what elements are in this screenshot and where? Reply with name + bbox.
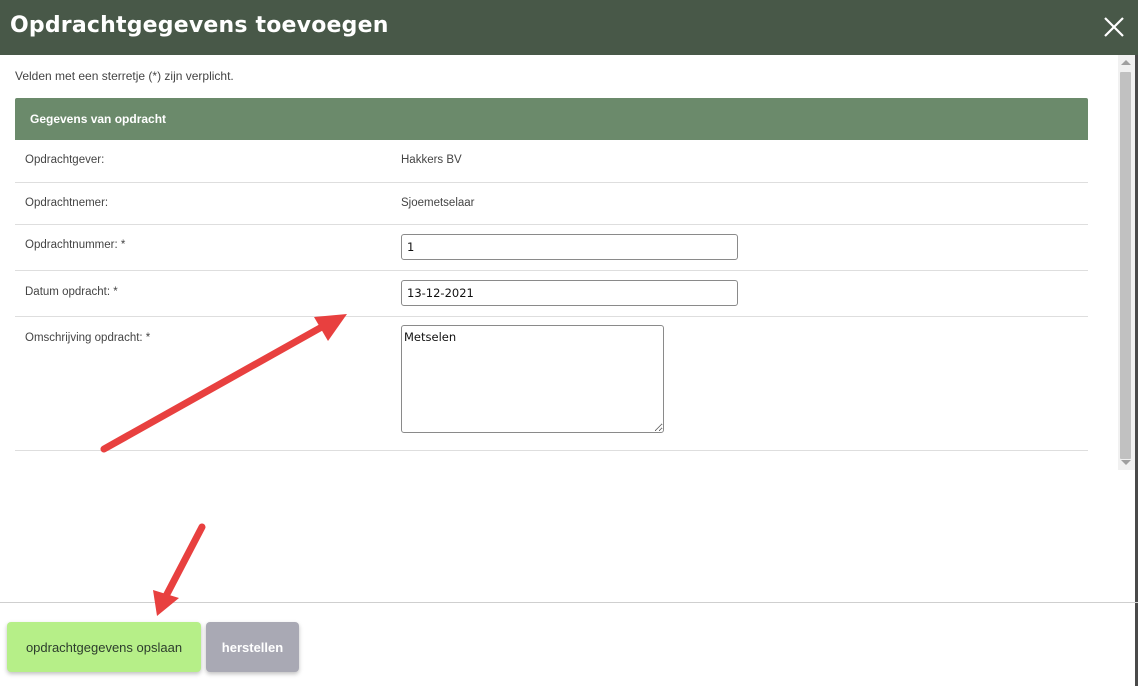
row-client: Opdrachtgever: Hakkers BV <box>15 140 1088 183</box>
scroll-thumb[interactable] <box>1120 72 1131 459</box>
assignment-date-input[interactable] <box>401 280 738 306</box>
save-assignment-button[interactable]: opdrachtgegevens opslaan <box>7 622 201 672</box>
assignment-number-label: Opdrachtnummer: * <box>25 239 126 251</box>
scroll-down-arrow-icon[interactable] <box>1121 460 1131 465</box>
row-assignment-date: Datum opdracht: * <box>15 271 1088 317</box>
assignment-description-label: Omschrijving opdracht: * <box>25 332 151 344</box>
row-assignment-description: Omschrijving opdracht: * Metselen <box>15 317 1088 451</box>
assignment-description-textarea[interactable]: Metselen <box>401 325 664 433</box>
close-icon[interactable] <box>1100 13 1128 41</box>
assignment-date-label: Datum opdracht: * <box>25 286 118 298</box>
client-label: Opdrachtgever: <box>25 154 105 166</box>
scroll-up-arrow-icon[interactable] <box>1121 60 1131 65</box>
assignment-number-input[interactable] <box>401 234 738 260</box>
dialog-titlebar: Opdrachtgegevens toevoegen <box>0 0 1138 55</box>
vertical-scrollbar[interactable] <box>1118 55 1135 470</box>
required-fields-note: Velden met een sterretje (*) zijn verpli… <box>15 69 234 83</box>
contractor-value: Sjoemetselaar <box>401 197 475 209</box>
client-value: Hakkers BV <box>401 154 462 166</box>
reset-button[interactable]: herstellen <box>206 622 299 672</box>
assignment-details-panel: Gegevens van opdracht Opdrachtgever: Hak… <box>15 98 1088 451</box>
dialog-title: Opdrachtgegevens toevoegen <box>10 13 389 38</box>
contractor-label: Opdrachtnemer: <box>25 197 109 209</box>
row-assignment-number: Opdrachtnummer: * <box>15 225 1088 271</box>
row-contractor: Opdrachtnemer: Sjoemetselaar <box>15 183 1088 225</box>
footer-divider <box>0 602 1138 603</box>
panel-header: Gegevens van opdracht <box>15 98 1088 140</box>
